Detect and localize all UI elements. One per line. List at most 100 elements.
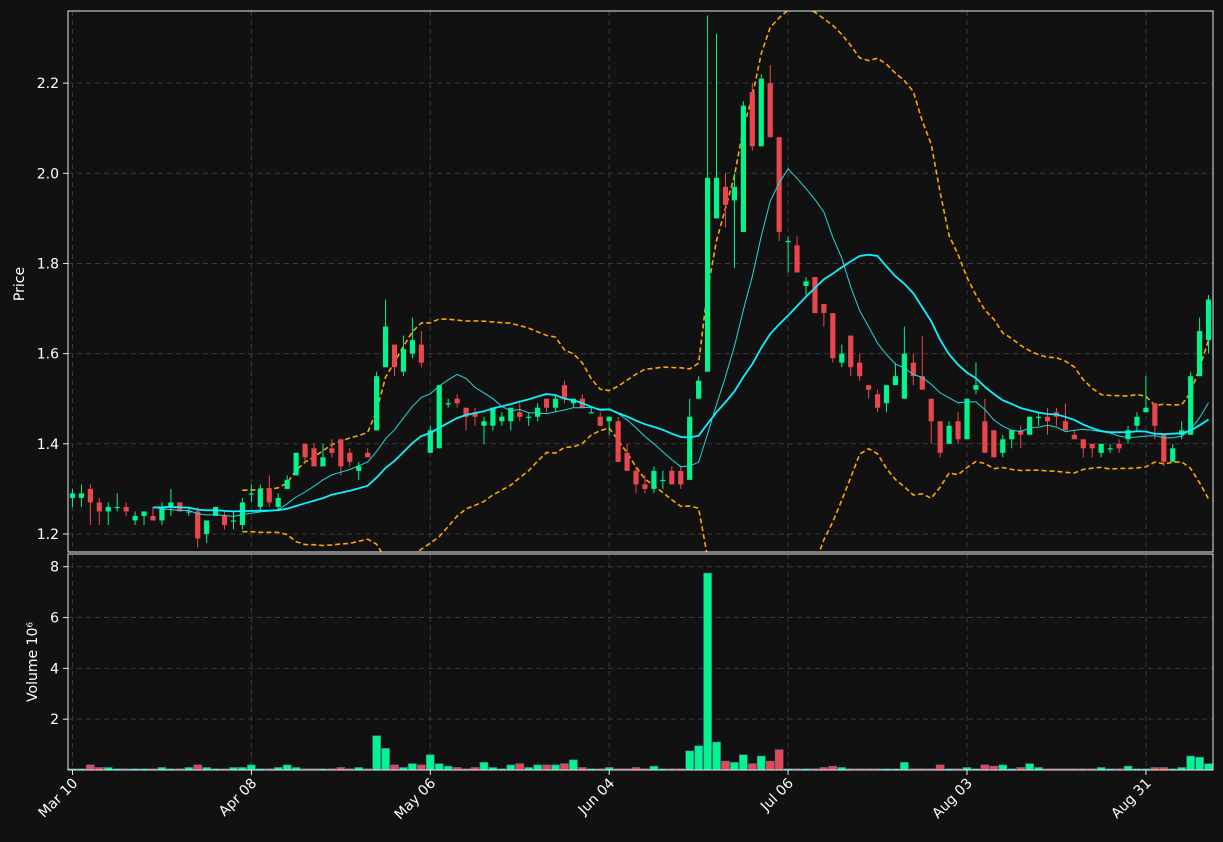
volume-bar — [479, 762, 489, 770]
candle-body — [382, 326, 389, 368]
candle-body — [696, 380, 702, 399]
candle-body — [919, 376, 925, 390]
volume-axis-label: Volume 10⁶ — [25, 622, 41, 702]
volume-bar — [425, 754, 435, 770]
volume-bar — [685, 750, 695, 770]
candle-body — [785, 240, 791, 243]
volume-bar — [980, 764, 990, 770]
candle-body — [821, 304, 827, 314]
volume-tick-label: 8 — [50, 560, 59, 576]
volume-bar — [900, 762, 909, 770]
candle-body — [1080, 439, 1086, 449]
volume-bar — [506, 764, 516, 770]
candle-body — [606, 416, 612, 422]
candle-body — [293, 452, 299, 476]
candle-body — [552, 398, 559, 408]
candle-body — [132, 515, 138, 521]
candle-body — [758, 78, 764, 147]
candle-body — [481, 421, 487, 426]
price-tick-label: 2.2 — [37, 76, 59, 92]
candle-body — [892, 376, 899, 386]
candle-body — [982, 421, 988, 453]
candle-body — [1062, 421, 1068, 431]
candle-body — [722, 186, 729, 205]
price-tick-label: 1.6 — [37, 347, 59, 363]
price-tick-label: 2.0 — [37, 166, 59, 182]
candle-body — [105, 506, 111, 512]
candle-body — [687, 416, 693, 480]
volume-bar — [86, 764, 95, 770]
candle-body — [374, 376, 380, 431]
volume-bar — [756, 755, 766, 770]
candle-body — [436, 385, 442, 449]
candle-body — [239, 502, 246, 525]
candle-body — [749, 92, 755, 147]
candle-body — [704, 177, 711, 372]
candle-body — [535, 407, 541, 417]
volume-bar — [515, 763, 525, 770]
candle-body — [266, 488, 272, 503]
candle-body — [731, 186, 738, 201]
candle-body — [150, 515, 156, 521]
candle-body — [561, 385, 568, 399]
candle-body — [400, 349, 407, 372]
candle-body — [1000, 439, 1006, 453]
candle-body — [1107, 448, 1113, 450]
volume-bar — [649, 765, 659, 770]
candle-body — [839, 353, 845, 363]
candle-body — [1143, 407, 1149, 413]
candle-body — [391, 344, 398, 368]
volume-bar — [828, 765, 838, 770]
candle-body — [740, 105, 746, 232]
candle-body — [1188, 376, 1194, 435]
volume-bar — [1025, 763, 1034, 770]
candle-body — [767, 83, 773, 138]
candle-body — [78, 493, 85, 498]
candle-body — [302, 443, 308, 458]
candle-body — [543, 398, 550, 408]
candle-body — [669, 470, 675, 485]
volume-bar — [989, 765, 999, 770]
candle-body — [830, 313, 836, 359]
volume-bar — [1186, 755, 1195, 770]
candle-body — [955, 421, 961, 440]
volume-bar — [390, 764, 399, 770]
candle-body — [409, 340, 415, 354]
candle-body — [1098, 443, 1104, 453]
volume-bar — [1204, 763, 1213, 770]
volume-bar — [372, 735, 381, 770]
candle-body — [1205, 299, 1212, 341]
volume-bar — [694, 745, 703, 770]
volume-bar — [247, 764, 256, 770]
candle-body — [597, 416, 603, 426]
candle-body — [204, 520, 210, 534]
volume-bar — [408, 763, 417, 770]
candle-body — [248, 493, 254, 495]
candle-body — [114, 506, 120, 509]
candle-body — [320, 457, 326, 467]
candle-body — [776, 137, 782, 232]
candle-body — [195, 511, 201, 539]
volume-bar — [935, 764, 945, 770]
price-tick-label: 1.2 — [37, 527, 59, 543]
candle-body — [141, 511, 147, 516]
candle-body — [928, 398, 934, 422]
candle-body — [624, 452, 630, 471]
candle-body — [874, 394, 881, 408]
volume-bar — [998, 764, 1008, 770]
volume-bar — [560, 763, 569, 770]
candle-body — [1035, 416, 1042, 418]
candle-body — [338, 439, 344, 467]
candle-body — [794, 245, 800, 273]
volume-bar — [730, 762, 739, 770]
candle-body — [901, 353, 907, 399]
candle-body — [69, 493, 76, 498]
candle-body — [1009, 430, 1015, 440]
candle-body — [642, 484, 648, 489]
volume-tick-label: 4 — [50, 661, 59, 677]
candle-body — [1134, 416, 1140, 426]
candle-body — [96, 502, 102, 512]
volume-bar — [533, 764, 542, 770]
volume-bar — [443, 765, 453, 770]
volume-bar — [542, 764, 551, 770]
